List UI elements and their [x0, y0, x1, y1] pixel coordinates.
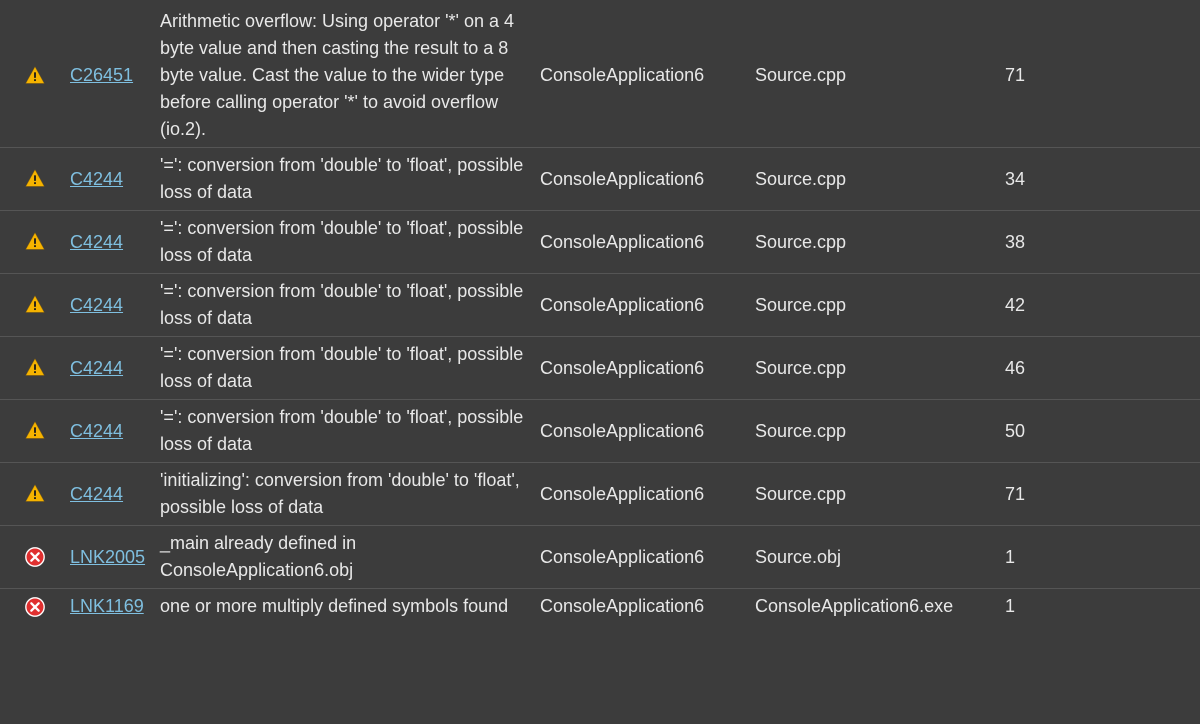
code-cell: C4244 — [70, 484, 160, 505]
file-cell: Source.cpp — [755, 295, 1005, 316]
line-cell: 1 — [1005, 596, 1085, 617]
project-cell: ConsoleApplication6 — [540, 295, 755, 316]
code-cell: C4244 — [70, 421, 160, 442]
error-list-row[interactable]: C4244 '=': conversion from 'double' to 'f… — [0, 399, 1200, 462]
code-cell: LNK1169 — [70, 596, 160, 617]
code-cell: C26451 — [70, 65, 160, 86]
error-list-row[interactable]: C4244 '=': conversion from 'double' to 'f… — [0, 147, 1200, 210]
line-cell: 38 — [1005, 232, 1085, 253]
line-cell: 50 — [1005, 421, 1085, 442]
description-cell: one or more multiply defined symbols fou… — [160, 593, 540, 620]
description-cell: '=': conversion from 'double' to 'float'… — [160, 341, 540, 395]
error-icon — [24, 596, 46, 618]
file-cell: ConsoleApplication6.exe — [755, 596, 1005, 617]
error-list-row[interactable]: C4244 'initializing': conversion from 'do… — [0, 462, 1200, 525]
warning-icon — [24, 420, 46, 442]
project-cell: ConsoleApplication6 — [540, 596, 755, 617]
code-link[interactable]: LNK2005 — [70, 547, 145, 568]
file-cell: Source.cpp — [755, 484, 1005, 505]
file-cell: Source.cpp — [755, 232, 1005, 253]
severity-icon-cell — [0, 546, 70, 568]
code-cell: C4244 — [70, 295, 160, 316]
code-link[interactable]: C26451 — [70, 65, 133, 86]
file-cell: Source.cpp — [755, 421, 1005, 442]
warning-icon — [24, 357, 46, 379]
project-cell: ConsoleApplication6 — [540, 484, 755, 505]
code-link[interactable]: C4244 — [70, 232, 123, 253]
description-cell: '=': conversion from 'double' to 'float'… — [160, 152, 540, 206]
error-list-row[interactable]: LNK2005 _main already defined in ConsoleA… — [0, 525, 1200, 588]
file-cell: Source.cpp — [755, 169, 1005, 190]
project-cell: ConsoleApplication6 — [540, 169, 755, 190]
code-cell: C4244 — [70, 358, 160, 379]
severity-icon-cell — [0, 420, 70, 442]
file-cell: Source.cpp — [755, 358, 1005, 379]
error-list-row[interactable]: C4244 '=': conversion from 'double' to 'f… — [0, 210, 1200, 273]
line-cell: 71 — [1005, 65, 1085, 86]
line-cell: 1 — [1005, 547, 1085, 568]
project-cell: ConsoleApplication6 — [540, 358, 755, 379]
severity-icon-cell — [0, 596, 70, 618]
code-link[interactable]: C4244 — [70, 484, 123, 505]
code-cell: C4244 — [70, 232, 160, 253]
project-cell: ConsoleApplication6 — [540, 232, 755, 253]
code-link[interactable]: C4244 — [70, 358, 123, 379]
line-cell: 71 — [1005, 484, 1085, 505]
error-list-row[interactable]: LNK1169 one or more multiply defined symb… — [0, 588, 1200, 624]
severity-icon-cell — [0, 357, 70, 379]
file-cell: Source.obj — [755, 547, 1005, 568]
severity-icon-cell — [0, 294, 70, 316]
project-cell: ConsoleApplication6 — [540, 65, 755, 86]
description-cell: '=': conversion from 'double' to 'float'… — [160, 404, 540, 458]
line-cell: 46 — [1005, 358, 1085, 379]
warning-icon — [24, 168, 46, 190]
warning-icon — [24, 483, 46, 505]
code-link[interactable]: C4244 — [70, 169, 123, 190]
description-cell: Arithmetic overflow: Using operator '*' … — [160, 8, 540, 143]
code-cell: C4244 — [70, 169, 160, 190]
file-cell: Source.cpp — [755, 65, 1005, 86]
code-cell: LNK2005 — [70, 547, 160, 568]
code-link[interactable]: C4244 — [70, 295, 123, 316]
error-list-row[interactable]: C4244 '=': conversion from 'double' to 'f… — [0, 273, 1200, 336]
line-cell: 34 — [1005, 169, 1085, 190]
warning-icon — [24, 231, 46, 253]
error-icon — [24, 546, 46, 568]
description-cell: 'initializing': conversion from 'double'… — [160, 467, 540, 521]
project-cell: ConsoleApplication6 — [540, 547, 755, 568]
line-cell: 42 — [1005, 295, 1085, 316]
severity-icon-cell — [0, 483, 70, 505]
warning-icon — [24, 65, 46, 87]
warning-icon — [24, 294, 46, 316]
error-list: C26451 Arithmetic overflow: Using operato… — [0, 0, 1200, 624]
description-cell: '=': conversion from 'double' to 'float'… — [160, 215, 540, 269]
severity-icon-cell — [0, 168, 70, 190]
error-list-row[interactable]: C26451 Arithmetic overflow: Using operato… — [0, 4, 1200, 147]
severity-icon-cell — [0, 231, 70, 253]
project-cell: ConsoleApplication6 — [540, 421, 755, 442]
error-list-row[interactable]: C4244 '=': conversion from 'double' to 'f… — [0, 336, 1200, 399]
description-cell: '=': conversion from 'double' to 'float'… — [160, 278, 540, 332]
description-cell: _main already defined in ConsoleApplicat… — [160, 530, 540, 584]
severity-icon-cell — [0, 65, 70, 87]
code-link[interactable]: C4244 — [70, 421, 123, 442]
code-link[interactable]: LNK1169 — [70, 596, 144, 617]
